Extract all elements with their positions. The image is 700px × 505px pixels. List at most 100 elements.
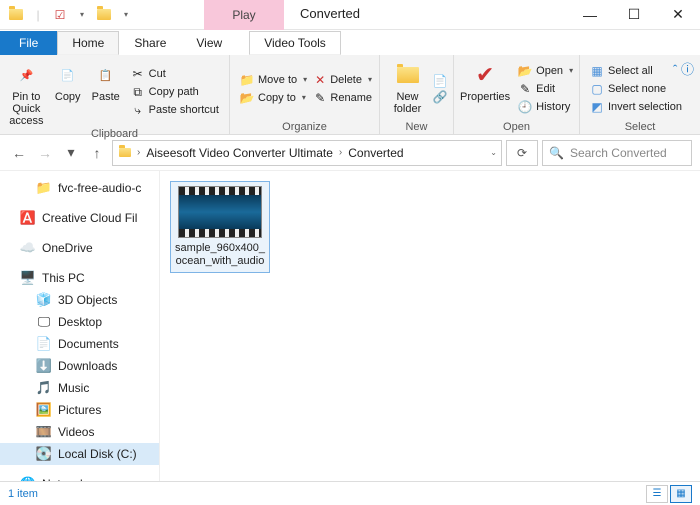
tree-item-label: This PC xyxy=(42,271,85,285)
copy-to-label: Copy to xyxy=(258,92,296,104)
move-to-label: Move to xyxy=(258,74,297,86)
edit-button[interactable]: ✎Edit xyxy=(514,81,577,97)
tree-item-creative-cloud-fil[interactable]: 🅰️Creative Cloud Fil xyxy=(0,207,159,229)
edit-icon: ✎ xyxy=(518,82,532,96)
net-icon: 🌐 xyxy=(20,476,36,481)
history-button[interactable]: 🕘History xyxy=(514,99,577,115)
copy-button[interactable]: 📄 Copy xyxy=(51,57,85,127)
select-none-button[interactable]: ▢Select none xyxy=(586,81,686,97)
copyto-icon: 📂 xyxy=(240,91,254,105)
forward-button[interactable]: → xyxy=(34,142,56,164)
tree-item-pictures[interactable]: 🖼️Pictures xyxy=(0,399,159,421)
pic-icon: 🖼️ xyxy=(36,402,52,418)
refresh-button[interactable]: ⟳ xyxy=(506,140,538,166)
pin-label: Pin to Quick access xyxy=(6,91,47,127)
rename-button[interactable]: ✎Rename xyxy=(310,90,376,106)
folder-icon: 📁 xyxy=(36,180,52,196)
tree-item-3d-objects[interactable]: 🧊3D Objects xyxy=(0,289,159,311)
cut-icon: ✂ xyxy=(131,67,145,81)
file-list[interactable]: sample_960x400_ocean_with_audio xyxy=(160,171,700,481)
doc-icon: 📄 xyxy=(36,336,52,352)
search-input[interactable]: 🔍 Search Converted xyxy=(542,140,692,166)
open-icon: 📂 xyxy=(518,64,532,78)
open-label: Open xyxy=(536,65,563,77)
invert-icon: ◩ xyxy=(590,100,604,114)
paste-button[interactable]: 📋 Paste xyxy=(89,57,123,127)
pin-quick-access-button[interactable]: 📌 Pin to Quick access xyxy=(6,57,47,127)
recent-dropdown[interactable]: ▾ xyxy=(60,142,82,164)
3d-icon: 🧊 xyxy=(36,292,52,308)
tree-item-label: fvc-free-audio-c xyxy=(58,181,141,195)
minimize-button[interactable]: — xyxy=(568,0,612,30)
video-thumbnail xyxy=(178,186,262,238)
qat-dropdown-icon[interactable]: ▾ xyxy=(116,5,136,25)
group-new-label: New xyxy=(386,120,447,134)
delete-icon: ✕ xyxy=(314,73,326,87)
breadcrumb[interactable]: Converted xyxy=(346,146,405,160)
group-clipboard-label: Clipboard xyxy=(6,127,223,141)
tab-view[interactable]: View xyxy=(181,31,237,55)
tree-item-label: OneDrive xyxy=(42,241,93,255)
address-bar[interactable]: › Aiseesoft Video Converter Ultimate › C… xyxy=(112,140,502,166)
qat-customize-icon[interactable]: ▾ xyxy=(72,5,92,25)
up-button[interactable]: ↑ xyxy=(86,142,108,164)
tree-item-network[interactable]: 🌐 Network xyxy=(0,473,159,481)
chevron-right-icon[interactable]: › xyxy=(339,147,342,158)
select-none-icon: ▢ xyxy=(590,82,604,96)
copy-path-label: Copy path xyxy=(149,86,199,98)
tree-item-downloads[interactable]: ⬇️Downloads xyxy=(0,355,159,377)
breadcrumb[interactable]: Aiseesoft Video Converter Ultimate xyxy=(144,146,335,160)
tab-home[interactable]: Home xyxy=(57,31,119,55)
close-button[interactable]: ✕ xyxy=(656,0,700,30)
down-icon: ⬇️ xyxy=(36,358,52,374)
properties-qat-icon[interactable]: ☑ xyxy=(50,5,70,25)
ribbon-help-icon[interactable]: ˆ ⓘ xyxy=(673,59,694,78)
new-folder-button[interactable]: New folder xyxy=(386,57,429,120)
delete-button[interactable]: ✕Delete▾ xyxy=(310,72,376,88)
file-item[interactable]: sample_960x400_ocean_with_audio xyxy=(170,181,270,273)
copy-path-button[interactable]: ⧉Copy path xyxy=(127,84,223,100)
tree-item-documents[interactable]: 📄Documents xyxy=(0,333,159,355)
check-icon: ✔ xyxy=(471,61,499,89)
music-icon: 🎵 xyxy=(36,380,52,396)
easy-access-icon[interactable]: 🔗 xyxy=(433,90,447,104)
thispc-icon: 🖥️ xyxy=(20,270,36,286)
tree-item-desktop[interactable]: 🖵Desktop xyxy=(0,311,159,333)
paste-label: Paste xyxy=(92,91,120,103)
chevron-right-icon[interactable]: › xyxy=(137,147,140,158)
group-select-label: Select xyxy=(586,120,694,134)
rename-label: Rename xyxy=(330,92,372,104)
tree-item-videos[interactable]: 🎞️Videos xyxy=(0,421,159,443)
tab-share[interactable]: Share xyxy=(119,31,181,55)
maximize-button[interactable]: ☐ xyxy=(612,0,656,30)
invert-label: Invert selection xyxy=(608,101,682,113)
cut-button[interactable]: ✂Cut xyxy=(127,66,223,82)
address-dropdown-icon[interactable]: ⌄ xyxy=(490,148,497,157)
select-all-button[interactable]: ▦Select all xyxy=(586,63,686,79)
invert-selection-button[interactable]: ◩ Invert selection xyxy=(586,99,686,115)
tab-video-tools[interactable]: Video Tools xyxy=(249,31,341,55)
new-folder-label: New folder xyxy=(386,91,429,115)
tree-item-local-disk-c-[interactable]: 💽Local Disk (C:) xyxy=(0,443,159,465)
paste-icon: 📋 xyxy=(92,61,120,89)
open-button[interactable]: 📂Open▾ xyxy=(514,63,577,79)
properties-label: Properties xyxy=(460,91,510,103)
tab-file[interactable]: File xyxy=(0,31,57,55)
properties-button[interactable]: ✔ Properties xyxy=(460,57,510,120)
tree-item-label: Network xyxy=(42,477,86,481)
tree-item-onedrive[interactable]: ☁️OneDrive xyxy=(0,237,159,259)
tree-item-this-pc[interactable]: 🖥️ This PC xyxy=(0,267,159,289)
desktop-icon: 🖵 xyxy=(36,314,52,330)
move-to-button[interactable]: 📁Move to▾ xyxy=(236,72,306,88)
disk-icon: 💽 xyxy=(36,446,52,462)
tree-item-music[interactable]: 🎵 Music xyxy=(0,377,159,399)
paste-shortcut-button[interactable]: ⤷Paste shortcut xyxy=(127,102,223,118)
copy-icon: 📄 xyxy=(54,61,82,89)
navigation-tree[interactable]: 📁 fvc-free-audio-c 🅰️Creative Cloud Fil ☁️O… xyxy=(0,171,160,481)
new-item-icon[interactable]: 📄 xyxy=(433,74,447,88)
status-count: 1 item xyxy=(8,488,38,500)
tree-item-label: Music xyxy=(58,381,89,395)
back-button[interactable]: ← xyxy=(8,142,30,164)
tree-item-fvc-free-audio-c[interactable]: 📁 fvc-free-audio-c xyxy=(0,177,159,199)
copy-to-button[interactable]: 📂Copy to▾ xyxy=(236,90,306,106)
